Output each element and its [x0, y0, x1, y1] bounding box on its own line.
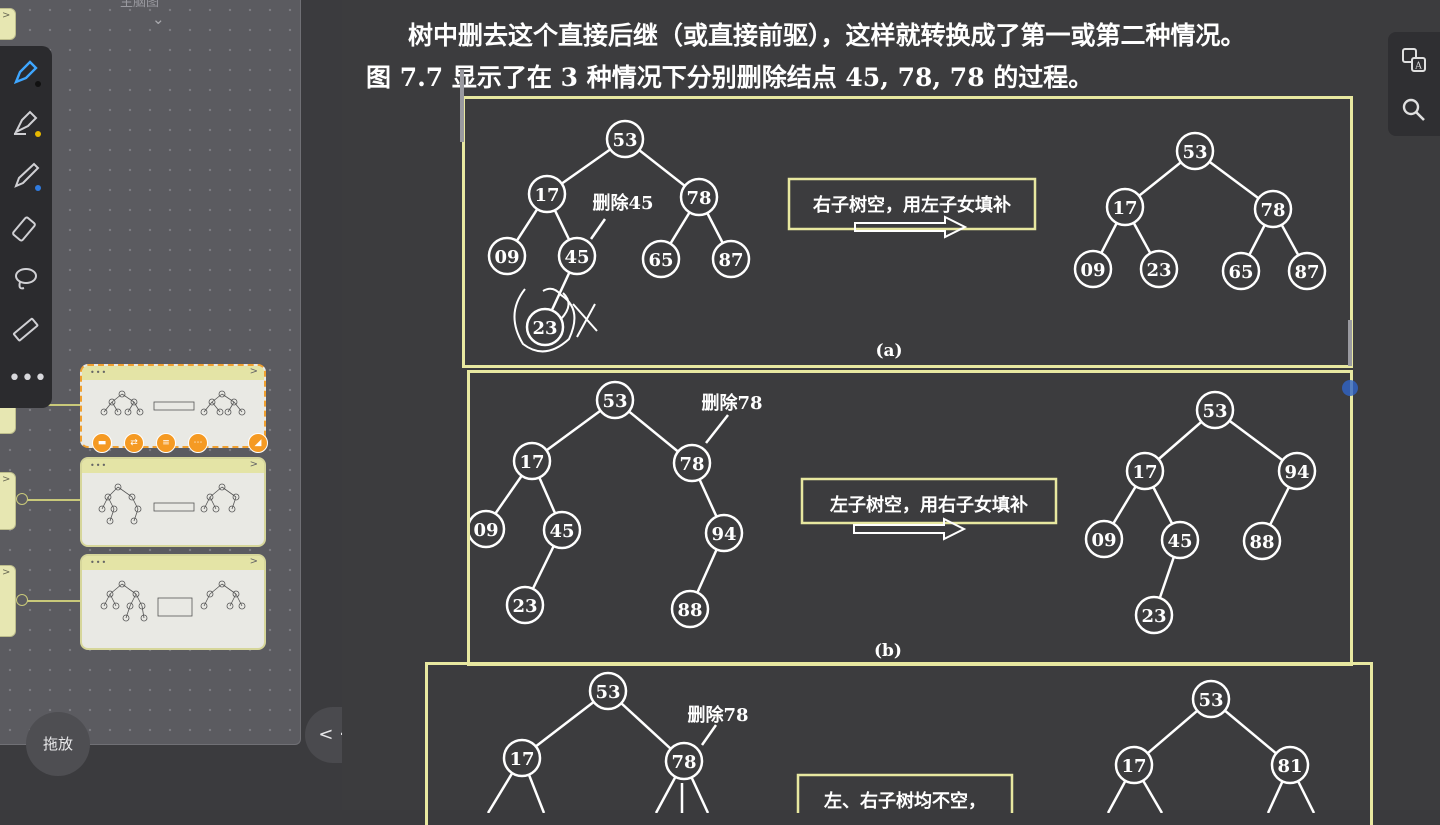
drawing-toolbar: ••• [0, 46, 52, 408]
link-icon[interactable]: ⇄ [124, 433, 144, 453]
node-label: 88 [1249, 532, 1274, 553]
node-label: 65 [1228, 262, 1253, 283]
node-label: 81 [1277, 756, 1302, 777]
node-label: 23 [512, 596, 537, 617]
node-label: 17 [519, 452, 544, 473]
delete-label: 删除45 [592, 192, 653, 214]
node-label: 94 [1284, 462, 1309, 483]
mindmap-node-edge[interactable]: > [0, 565, 16, 637]
figure-a-diagram: 53 17 78 09 45 65 87 23 53 17 78 09 23 6… [487, 119, 1327, 361]
figure-caption: (b) [874, 641, 902, 661]
selection-handle[interactable] [460, 70, 464, 142]
body-text-line: 树中删去这个直接后继（或直接前驱），这样就转换成了第一或第二种情况。 [408, 21, 1246, 50]
lasso-tool-icon[interactable] [8, 260, 44, 296]
node-label: 65 [648, 250, 673, 271]
thumbnail-action-bar: ▬ ⇄ ≡ ⋯ ◢ [92, 433, 272, 455]
pencil-tool-icon[interactable] [8, 158, 44, 194]
node-label: 23 [1141, 606, 1166, 627]
node-label: 88 [677, 600, 702, 621]
figure-c: 53 17 78 53 17 81 删除78 左、右子树均不空， [425, 662, 1373, 825]
node-label: 17 [509, 749, 534, 770]
node-label: 87 [1294, 262, 1319, 283]
pen-tool-icon[interactable] [8, 54, 44, 90]
right-toolbar: A [1388, 32, 1440, 136]
delete-label: 删除78 [701, 392, 762, 414]
selection-handle[interactable] [1348, 320, 1352, 366]
mindmap-node-edge[interactable]: > [0, 8, 16, 40]
figure-b-diagram: 53 17 78 09 45 94 23 88 53 17 94 09 45 8… [466, 380, 1317, 661]
node-label: 53 [1202, 401, 1227, 422]
node-label: 78 [679, 454, 704, 475]
eraser-tool-icon[interactable] [8, 210, 44, 246]
list-icon[interactable]: ≡ [156, 433, 176, 453]
node-label: 53 [595, 682, 620, 703]
node-label: 17 [1121, 756, 1146, 777]
document-page[interactable]: 树中删去这个直接后继（或直接前驱），这样就转换成了第一或第二种情况。 图 7.7… [342, 0, 1440, 825]
node-label: 17 [534, 185, 559, 206]
node-label: 17 [1132, 462, 1157, 483]
thumbnail-card-b[interactable]: ••• > [80, 457, 266, 547]
selection-anchor[interactable] [1342, 380, 1358, 396]
node-label: 09 [494, 247, 519, 268]
node-label: 09 [473, 520, 498, 541]
node-label: 78 [671, 752, 696, 773]
rule-label: 左子树空，用右子女填补 [830, 494, 1028, 516]
thumbnail-card-c[interactable]: ••• > [80, 554, 266, 650]
node-label: 53 [1198, 690, 1223, 711]
figure-a: 53 17 78 09 45 65 87 23 53 17 78 09 23 6… [462, 96, 1353, 368]
node-label: 23 [532, 318, 557, 339]
node-label: 53 [602, 391, 627, 412]
search-icon[interactable] [1400, 96, 1428, 124]
node-label: 45 [564, 247, 589, 268]
node-label: 45 [549, 521, 574, 542]
node-label: 17 [1112, 198, 1137, 219]
more-icon[interactable]: ••• [8, 364, 47, 400]
highlighter-tool-icon[interactable] [8, 104, 44, 140]
ruler-tool-icon[interactable] [8, 312, 44, 348]
mindmap-node-edge[interactable]: > [0, 472, 16, 530]
rule-label: 左、右子树均不空， [824, 790, 986, 812]
connector-line [22, 600, 80, 602]
figure-caption: (a) [875, 341, 902, 361]
canvas-title: 主脑图 [120, 0, 160, 10]
comment-icon[interactable]: ▬ [92, 433, 112, 453]
mindmap-panel: 主脑图 ⌄ > > > > •••> [0, 0, 342, 810]
node-label: 23 [1146, 260, 1171, 281]
delete-label: 删除78 [687, 704, 748, 726]
node-label: 09 [1080, 260, 1105, 281]
node-label: 53 [1182, 142, 1207, 163]
collapse-handle[interactable] [16, 594, 28, 606]
drag-drop-button[interactable]: 拖放 [26, 712, 90, 776]
rule-label: 右子树空，用左子女填补 [813, 194, 1011, 216]
node-label: 94 [711, 524, 736, 545]
share-icon[interactable]: ⋯ [188, 433, 208, 453]
node-label: 53 [612, 130, 637, 151]
node-label: 78 [1260, 200, 1285, 221]
node-label: 87 [718, 250, 743, 271]
collapse-handle[interactable] [16, 493, 28, 505]
chevron-down-icon[interactable]: ⌄ [152, 10, 165, 28]
svg-text:A: A [1414, 62, 1422, 72]
translate-icon[interactable]: A [1400, 46, 1428, 74]
figure-b: 53 17 78 09 45 94 23 88 53 17 94 09 45 8… [466, 370, 1353, 666]
figure-reference-text: 图 7.7 显示了在 3 种情况下分别删除结点 45, 78, 78 的过程。 [366, 63, 1094, 92]
node-label: 45 [1167, 531, 1192, 552]
node-label: 09 [1091, 530, 1116, 551]
node-label: 78 [686, 188, 711, 209]
connector-line [22, 499, 80, 501]
resize-icon[interactable]: ◢ [248, 433, 268, 453]
thumbnail-diagram [100, 580, 246, 622]
figure-c-diagram: 53 17 78 53 17 81 删除78 左、右子树均不空， [486, 671, 1316, 825]
thumbnail-diagram [98, 483, 240, 525]
